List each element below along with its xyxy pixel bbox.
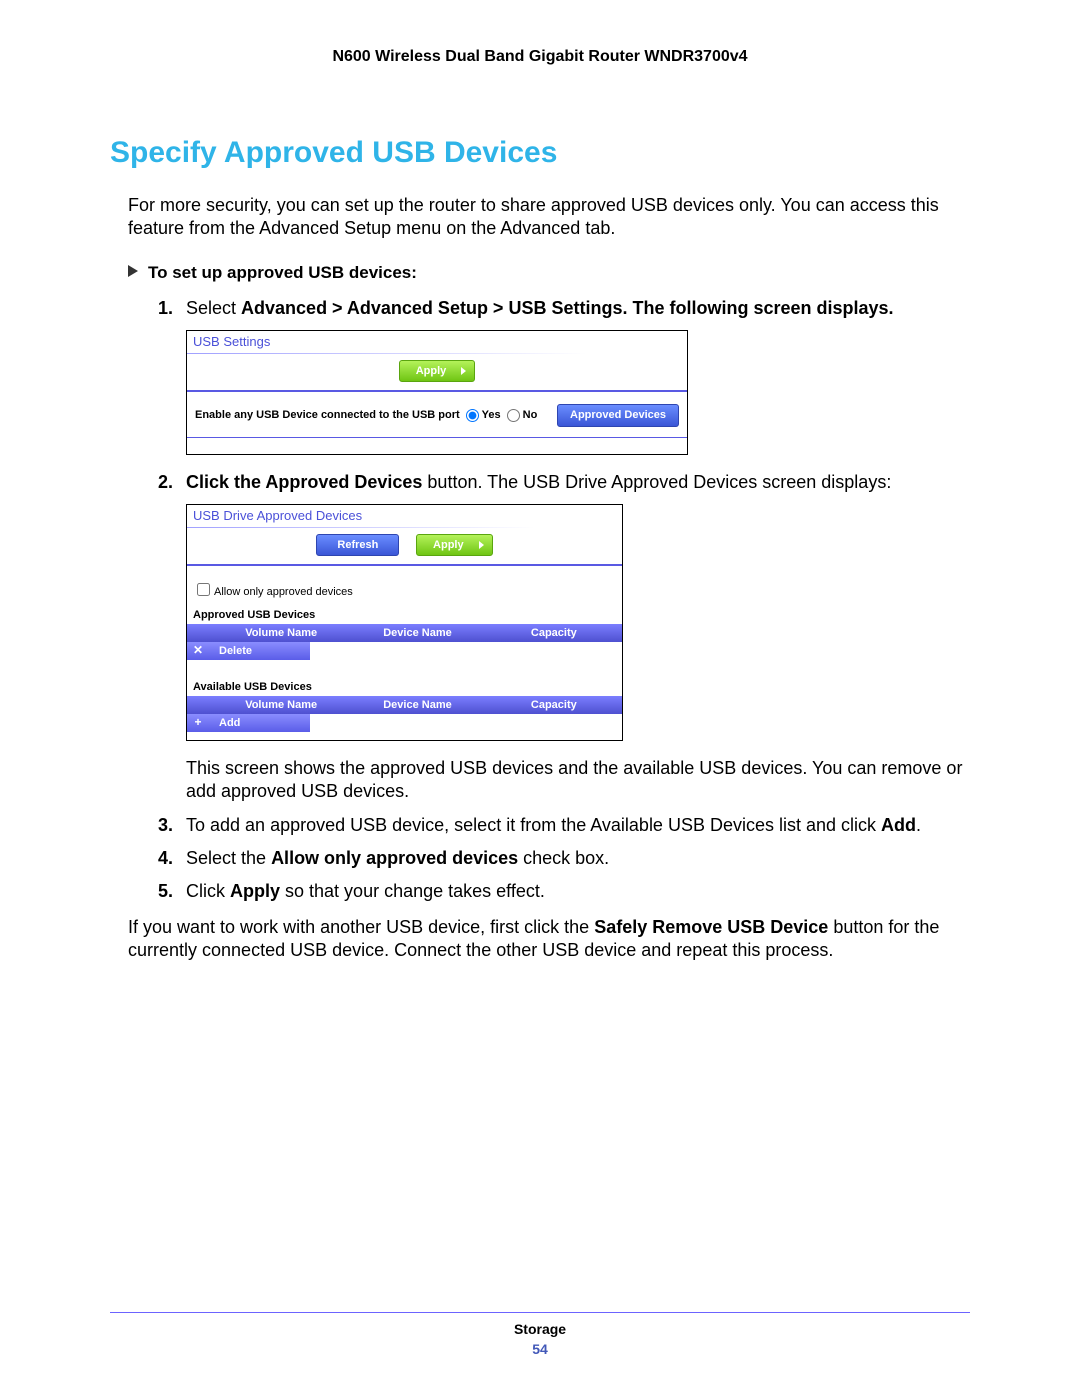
- intro-paragraph: For more security, you can set up the ro…: [128, 194, 970, 241]
- enable-yes-radio[interactable]: [466, 409, 479, 422]
- closing-paragraph: If you want to work with another USB dev…: [128, 916, 970, 963]
- refresh-button[interactable]: Refresh: [316, 534, 399, 556]
- step-4: 4. Select the Allow only approved device…: [158, 847, 970, 870]
- approved-list-heading: Approved USB Devices: [187, 606, 622, 624]
- task-heading: To set up approved USB devices:: [128, 263, 970, 283]
- step-2: 2. Click the Approved Devices button. Th…: [158, 471, 970, 804]
- apply-button-2[interactable]: Apply: [416, 534, 493, 556]
- doc-header: N600 Wireless Dual Band Gigabit Router W…: [110, 48, 970, 66]
- approved-devices-button[interactable]: Approved Devices: [557, 404, 679, 426]
- panel1-title: USB Settings: [187, 331, 687, 353]
- add-button[interactable]: + Add: [187, 714, 310, 732]
- footer-section: Storage: [110, 1321, 970, 1337]
- apply-button[interactable]: Apply: [399, 360, 476, 382]
- step-2-explain: This screen shows the approved USB devic…: [186, 757, 970, 804]
- page-number: 54: [110, 1341, 970, 1357]
- panel2-title: USB Drive Approved Devices: [187, 505, 622, 527]
- available-table-header: Volume Name Device Name Capacity: [187, 696, 622, 714]
- arrow-right-icon: [479, 541, 484, 549]
- plus-icon: +: [191, 715, 205, 731]
- delete-button[interactable]: ✕ Delete: [187, 642, 310, 660]
- chevron-right-icon: [128, 265, 138, 277]
- page-title: Specify Approved USB Devices: [110, 136, 970, 170]
- arrow-right-icon: [461, 367, 466, 375]
- enable-no-radio[interactable]: [507, 409, 520, 422]
- step-3: 3. To add an approved USB device, select…: [158, 814, 970, 837]
- close-icon: ✕: [191, 643, 205, 659]
- usb-settings-panel: USB Settings Apply Enable any USB Device…: [186, 330, 688, 454]
- available-list-heading: Available USB Devices: [187, 678, 622, 696]
- page-footer: Storage 54: [110, 1312, 970, 1357]
- approved-devices-panel: USB Drive Approved Devices Refresh Apply…: [186, 504, 623, 741]
- step-1: 1. Select Advanced > Advanced Setup > US…: [158, 297, 970, 455]
- approved-table-header: Volume Name Device Name Capacity: [187, 624, 622, 642]
- allow-only-approved-checkbox[interactable]: [197, 583, 210, 596]
- enable-usb-label: Enable any USB Device connected to the U…: [195, 408, 460, 422]
- step-5: 5. Click Apply so that your change takes…: [158, 880, 970, 903]
